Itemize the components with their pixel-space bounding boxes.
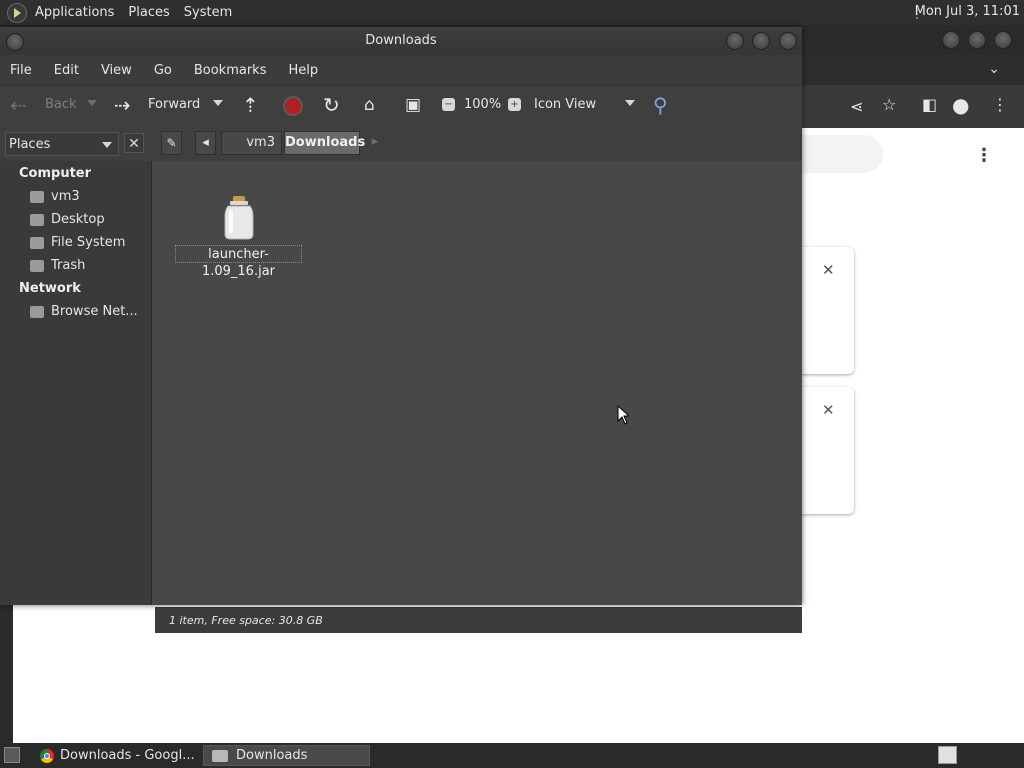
chrome-icon xyxy=(40,748,54,763)
back-history-dropdown[interactable] xyxy=(87,100,97,106)
profile-icon[interactable]: ● xyxy=(952,93,969,117)
forward-button[interactable]: Forward xyxy=(148,97,200,112)
workspace-switcher[interactable] xyxy=(938,746,957,764)
download-card: ✕ xyxy=(795,387,854,514)
menubar: File Edit View Go Bookmarks Help xyxy=(0,55,802,85)
search-icon[interactable]: ⚲ xyxy=(653,93,668,117)
close-icon[interactable]: ✕ xyxy=(822,261,835,279)
panel-menu-applications[interactable]: Applications xyxy=(35,5,114,20)
mouse-pointer-icon xyxy=(617,405,629,425)
file-manager-window: Downloads File Edit View Go Bookmarks He… xyxy=(0,27,802,633)
chevron-down-icon xyxy=(102,142,112,148)
maximize-icon[interactable] xyxy=(752,32,770,50)
trash-icon xyxy=(30,259,44,272)
page-menu-icon[interactable]: ⋮ xyxy=(975,145,993,166)
taskbar-item-browser[interactable]: Downloads - Googl... xyxy=(34,745,200,766)
close-icon[interactable]: ✕ xyxy=(822,401,835,419)
home-folder-icon xyxy=(30,190,44,203)
panel-menu-places[interactable]: Places xyxy=(128,5,169,20)
share-icon[interactable]: ⋖ xyxy=(850,97,863,116)
folder-icon xyxy=(212,749,228,762)
view-mode-dropdown[interactable] xyxy=(625,100,635,106)
sidebar-type-label: Places xyxy=(9,137,51,152)
path-left-arrow[interactable]: ◂ xyxy=(195,131,216,155)
zoom-level: 100% xyxy=(464,97,502,112)
path-segment-vm3[interactable]: vm3 xyxy=(221,131,282,155)
gnome-menu-icon[interactable] xyxy=(7,2,27,23)
sidebar-item-vm3[interactable]: vm3 xyxy=(30,189,80,204)
sidebar-section-computer: Computer xyxy=(19,166,92,181)
kebab-menu-icon[interactable]: ⋮ xyxy=(992,95,1008,114)
path-right-arrow[interactable]: ▸ xyxy=(366,131,384,155)
path-segment-downloads[interactable]: Downloads xyxy=(284,131,365,155)
window-title: Downloads xyxy=(365,33,437,48)
forward-arrow-icon[interactable]: ⇢ xyxy=(114,93,131,117)
menu-bookmarks[interactable]: Bookmarks xyxy=(194,63,267,78)
status-text: 1 item, Free space: 30.8 GB xyxy=(169,614,323,627)
status-bar: 1 item, Free space: 30.8 GB xyxy=(155,607,802,633)
desktop-icon xyxy=(30,213,44,226)
zoom-out-icon[interactable]: − xyxy=(442,98,455,111)
fm-toolbar: ⇠ Back ⇢ Forward ⇡ ↻ ⌂ ▣ − 100% + Icon V… xyxy=(0,85,802,129)
sidebar-item-trash[interactable]: Trash xyxy=(30,258,85,273)
view-mode-select[interactable]: Icon View xyxy=(534,97,596,112)
back-button[interactable]: Back xyxy=(45,97,77,112)
reload-icon[interactable]: ↻ xyxy=(323,93,340,117)
stop-icon[interactable] xyxy=(283,96,303,116)
drive-icon xyxy=(30,236,44,249)
sidebar-item-filesystem[interactable]: File System xyxy=(30,235,125,250)
panel-menu-system[interactable]: System xyxy=(184,5,232,20)
show-desktop-icon[interactable] xyxy=(4,747,20,763)
chevron-down-icon[interactable]: ⌄ xyxy=(988,61,1000,77)
sidepanel-icon[interactable]: ◧ xyxy=(922,95,937,114)
minimize-icon[interactable] xyxy=(942,31,960,49)
places-sidebar: Computer vm3 Desktop File System Trash N… xyxy=(0,161,152,605)
menu-file[interactable]: File xyxy=(10,63,32,78)
clock[interactable]: Mon Jul 3, 11:01 xyxy=(915,4,1020,19)
jar-icon[interactable] xyxy=(222,196,256,240)
browser-search-box[interactable] xyxy=(795,135,883,173)
sidebar-item-desktop[interactable]: Desktop xyxy=(30,212,105,227)
sidebar-item-browse-network[interactable]: Browse Net... xyxy=(30,304,138,319)
close-window-icon[interactable] xyxy=(779,32,797,50)
bottom-taskbar: Downloads - Googl... Downloads xyxy=(0,743,1024,768)
top-panel: Applications Places System Mon Jul 3, 11… xyxy=(0,0,1024,25)
menu-help[interactable]: Help xyxy=(288,63,318,78)
taskbar-item-downloads[interactable]: Downloads xyxy=(203,745,370,766)
star-icon[interactable]: ☆ xyxy=(882,95,896,114)
menu-view[interactable]: View xyxy=(101,63,132,78)
minimize-icon[interactable] xyxy=(726,32,744,50)
close-sidebar-button[interactable]: ✕ xyxy=(124,133,144,153)
maximize-icon[interactable] xyxy=(968,31,986,49)
location-bar: Places ✕ ✎ ◂ vm3 Downloads ▸ xyxy=(0,128,802,161)
network-icon xyxy=(30,305,44,318)
edit-location-icon[interactable]: ✎ xyxy=(161,131,182,155)
file-item-label[interactable]: launcher-1.09_16.jar xyxy=(175,245,302,279)
zoom-in-icon[interactable]: + xyxy=(508,98,521,111)
fm-titlebar[interactable]: Downloads xyxy=(0,27,802,55)
up-arrow-icon[interactable]: ⇡ xyxy=(242,93,259,117)
menu-go[interactable]: Go xyxy=(154,63,172,78)
close-window-icon[interactable] xyxy=(994,31,1012,49)
computer-icon[interactable]: ▣ xyxy=(405,95,421,115)
forward-history-dropdown[interactable] xyxy=(213,100,223,106)
download-card: ✕ xyxy=(795,247,854,374)
home-icon[interactable]: ⌂ xyxy=(364,95,375,115)
menu-edit[interactable]: Edit xyxy=(54,63,79,78)
back-arrow-icon[interactable]: ⇠ xyxy=(10,93,27,117)
sidebar-section-network: Network xyxy=(19,281,81,296)
sidebar-type-select[interactable]: Places xyxy=(5,132,119,156)
